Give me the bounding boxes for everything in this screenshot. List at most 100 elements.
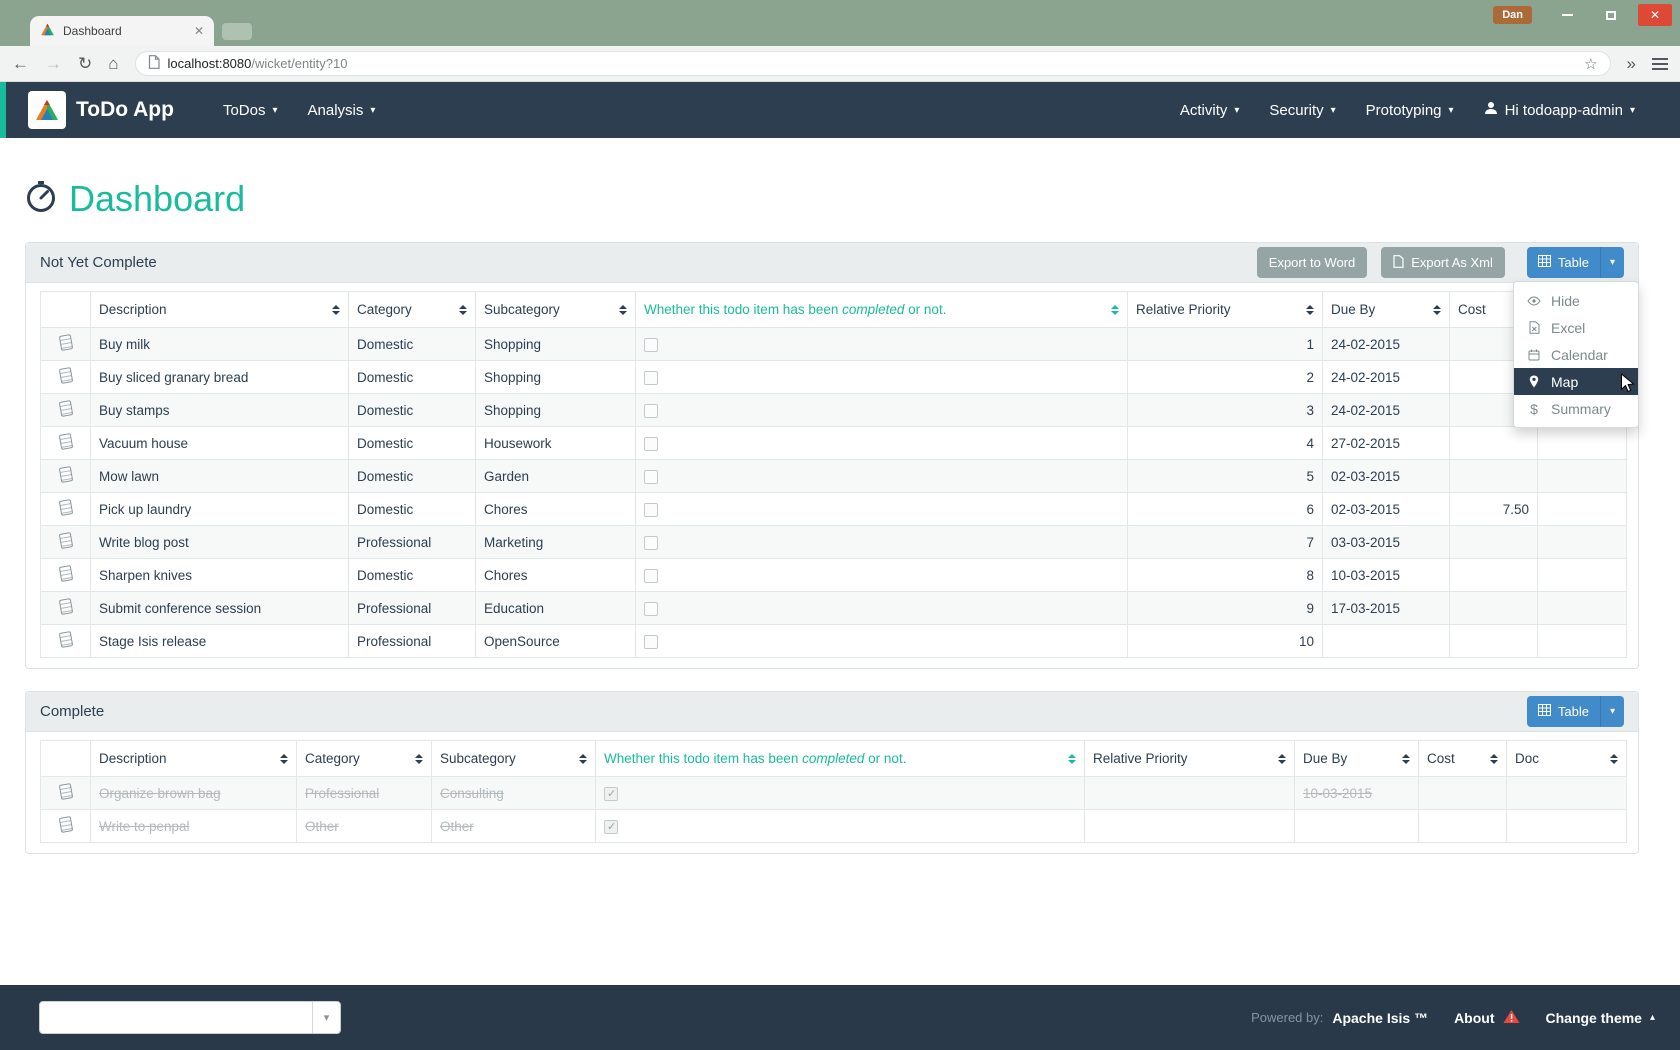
todo-item-icon[interactable]	[58, 334, 72, 351]
table-row[interactable]: Sharpen knivesDomesticChores810-03-2015	[41, 559, 1627, 592]
about-link[interactable]: About	[1454, 1009, 1519, 1027]
table-row[interactable]: Organize brown bagProfessionalConsulting…	[41, 777, 1627, 810]
sort-icon[interactable]	[280, 754, 288, 764]
refresh-button[interactable]: ↻	[78, 55, 92, 72]
table-row[interactable]: Pick up laundryDomesticChores602-03-2015…	[41, 493, 1627, 526]
table-row[interactable]: Buy stampsDomesticShopping324-02-2015	[41, 394, 1627, 427]
completed-checkbox[interactable]	[604, 787, 618, 801]
table-row[interactable]: Stage Isis releaseProfessionalOpenSource…	[41, 625, 1627, 658]
completed-checkbox[interactable]	[644, 536, 658, 550]
url-bar[interactable]: localhost:8080/wicket/entity?10 ☆	[135, 51, 1611, 76]
column-description[interactable]: Description	[91, 292, 349, 328]
export-xml-button[interactable]: Export As Xml	[1381, 247, 1505, 278]
export-word-button[interactable]: Export to Word	[1257, 247, 1367, 278]
column-category[interactable]: Category	[297, 741, 432, 777]
completed-checkbox[interactable]	[644, 338, 658, 352]
completed-checkbox[interactable]	[644, 569, 658, 583]
menu-user[interactable]: Hi todoapp-admin▾	[1469, 91, 1650, 129]
table-row[interactable]: Buy milkDomesticShopping124-02-2015	[41, 328, 1627, 361]
brand[interactable]: ToDo App	[28, 91, 174, 129]
column-due-by[interactable]: Due By	[1323, 292, 1450, 328]
profile-badge[interactable]: Dan	[1493, 6, 1532, 24]
forward-button[interactable]: →	[45, 55, 62, 72]
todo-item-icon[interactable]	[58, 783, 72, 800]
column-cost[interactable]: Cost	[1419, 741, 1507, 777]
browser-menu-icon[interactable]	[1652, 58, 1668, 70]
todo-item-icon[interactable]	[58, 433, 72, 450]
column-priority[interactable]: Relative Priority	[1128, 292, 1323, 328]
combo-caret-icon[interactable]: ▾	[312, 1002, 340, 1033]
change-theme-link[interactable]: Change theme▴	[1546, 1010, 1656, 1026]
minimize-button[interactable]	[1550, 4, 1584, 26]
completed-checkbox[interactable]	[604, 820, 618, 834]
todo-item-icon[interactable]	[58, 816, 72, 833]
maximize-button[interactable]	[1594, 4, 1628, 26]
table-row[interactable]: Mow lawnDomesticGarden502-03-2015	[41, 460, 1627, 493]
table-row[interactable]: Buy sliced granary breadDomesticShopping…	[41, 361, 1627, 394]
close-button[interactable]: ✕	[1638, 4, 1672, 26]
todo-item-icon[interactable]	[58, 532, 72, 549]
completed-checkbox[interactable]	[644, 404, 658, 418]
todo-item-icon[interactable]	[58, 367, 72, 384]
sort-icon[interactable]	[1068, 754, 1076, 764]
todo-item-icon[interactable]	[58, 466, 72, 483]
home-button[interactable]: ⌂	[108, 55, 118, 72]
column-completed[interactable]: Whether this todo item has been complete…	[636, 292, 1128, 328]
sort-icon[interactable]	[332, 305, 340, 315]
theme-select[interactable]: ▾	[39, 1001, 341, 1034]
extensions-chevron-icon[interactable]: »	[1627, 55, 1636, 72]
browser-tab[interactable]: Dashboard ✕	[30, 16, 214, 46]
back-button[interactable]: ←	[12, 55, 29, 72]
column-description[interactable]: Description	[91, 741, 297, 777]
menu-activity[interactable]: Activity▾	[1165, 92, 1255, 129]
column-subcategory[interactable]: Subcategory	[476, 292, 636, 328]
bookmark-star-icon[interactable]: ☆	[1584, 55, 1597, 73]
sort-icon[interactable]	[619, 305, 627, 315]
dropdown-item-hide[interactable]: Hide	[1514, 287, 1638, 314]
column-doc[interactable]: Doc	[1507, 741, 1627, 777]
column-completed[interactable]: Whether this todo item has been complete…	[596, 741, 1085, 777]
dropdown-item-calendar[interactable]: Calendar	[1514, 341, 1638, 368]
table-row[interactable]: Vacuum houseDomesticHousework427-02-2015	[41, 427, 1627, 460]
todo-item-icon[interactable]	[58, 565, 72, 582]
table-view-caret-button[interactable]: ▾	[1600, 247, 1624, 278]
todo-item-icon[interactable]	[58, 598, 72, 615]
completed-checkbox[interactable]	[644, 437, 658, 451]
dropdown-item-summary[interactable]: $Summary	[1514, 395, 1638, 422]
table-row[interactable]: Submit conference sessionProfessionalEdu…	[41, 592, 1627, 625]
menu-todos[interactable]: ToDos▾	[208, 92, 293, 129]
completed-checkbox[interactable]	[644, 503, 658, 517]
sort-icon[interactable]	[1610, 754, 1618, 764]
column-category[interactable]: Category	[349, 292, 476, 328]
todo-item-icon[interactable]	[58, 499, 72, 516]
completed-checkbox[interactable]	[644, 371, 658, 385]
menu-security[interactable]: Security▾	[1254, 92, 1350, 129]
menu-prototyping[interactable]: Prototyping▾	[1351, 92, 1469, 129]
sort-icon[interactable]	[1490, 754, 1498, 764]
column-subcategory[interactable]: Subcategory	[432, 741, 596, 777]
completed-checkbox[interactable]	[644, 470, 658, 484]
sort-icon[interactable]	[1111, 305, 1119, 315]
sort-icon[interactable]	[459, 305, 467, 315]
sort-icon[interactable]	[415, 754, 423, 764]
table-row[interactable]: Write blog postProfessionalMarketing703-…	[41, 526, 1627, 559]
sort-icon[interactable]	[1433, 305, 1441, 315]
table-view-caret-button[interactable]: ▾	[1600, 696, 1624, 727]
sort-icon[interactable]	[1306, 305, 1314, 315]
todo-item-icon[interactable]	[58, 631, 72, 648]
table-row[interactable]: Write to penpalOtherOther	[41, 810, 1627, 843]
column-priority[interactable]: Relative Priority	[1085, 741, 1295, 777]
menu-analysis[interactable]: Analysis▾	[293, 92, 391, 129]
completed-checkbox[interactable]	[644, 635, 658, 649]
tab-close-icon[interactable]: ✕	[194, 25, 204, 37]
todo-item-icon[interactable]	[58, 400, 72, 417]
sort-icon[interactable]	[1402, 754, 1410, 764]
table-view-button[interactable]: Table	[1527, 696, 1600, 727]
apache-isis-label[interactable]: Apache Isis ™	[1332, 1010, 1428, 1026]
new-tab-button[interactable]	[222, 23, 252, 40]
dropdown-item-excel[interactable]: Excel	[1514, 314, 1638, 341]
sort-icon[interactable]	[579, 754, 587, 764]
completed-checkbox[interactable]	[644, 602, 658, 616]
sort-icon[interactable]	[1278, 754, 1286, 764]
table-view-button[interactable]: Table	[1527, 247, 1600, 278]
